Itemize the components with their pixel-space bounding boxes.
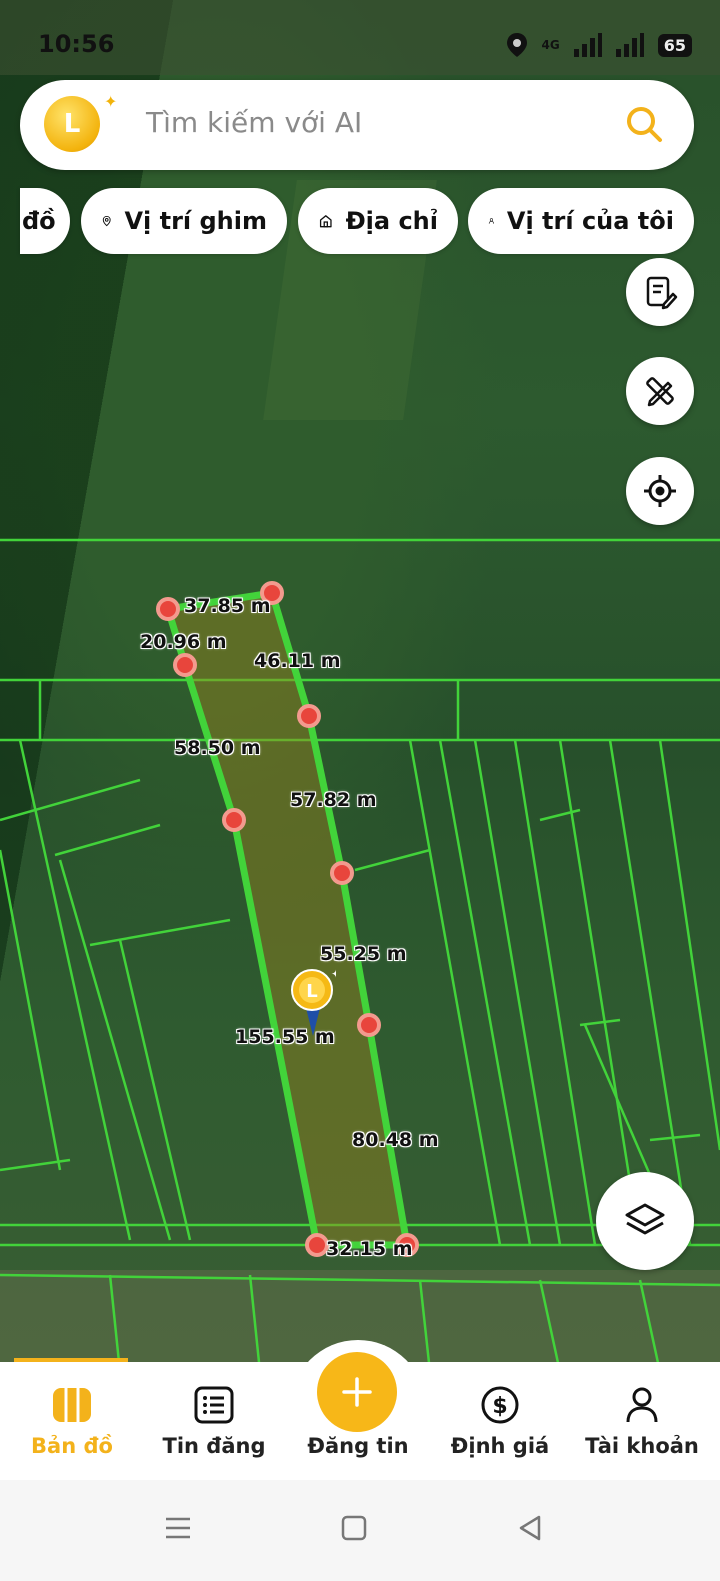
location-pin-icon[interactable]: L ✦ bbox=[290, 968, 336, 1038]
measure-label: 46.11 m bbox=[254, 650, 341, 672]
search-input[interactable]: Tìm kiếm với AI bbox=[146, 106, 362, 139]
plus-icon bbox=[342, 1377, 372, 1407]
nav-label: Định giá bbox=[450, 1434, 550, 1458]
quick-filter-chips: đồ Vị trí ghim Địa chỉ Vị trí của tôi bbox=[20, 188, 720, 254]
ruler-pencil-icon bbox=[646, 377, 674, 407]
nav-listings[interactable]: Tin đăng bbox=[142, 1362, 286, 1480]
home-icon bbox=[319, 215, 332, 228]
measure-label: 55.25 m bbox=[320, 943, 407, 965]
chip-label: Vị trí của tôi bbox=[506, 207, 674, 235]
user-icon bbox=[626, 1387, 658, 1423]
pin-icon bbox=[102, 215, 111, 227]
system-navigation-bar bbox=[0, 1480, 720, 1581]
svg-text:$: $ bbox=[492, 1394, 507, 1419]
search-bar[interactable]: L ✦ Tìm kiếm với AI bbox=[20, 80, 694, 170]
back-icon[interactable] bbox=[512, 1510, 548, 1546]
chip-label: Địa chỉ bbox=[345, 207, 438, 235]
nav-label: Đăng tin bbox=[307, 1434, 409, 1458]
dollar-icon: $ bbox=[481, 1386, 519, 1424]
locate-icon bbox=[644, 475, 676, 507]
signal-icon bbox=[615, 33, 644, 57]
measure-label: 20.96 m bbox=[140, 631, 227, 653]
active-tab-indicator bbox=[14, 1358, 128, 1362]
svg-text:L: L bbox=[306, 981, 317, 1002]
post-listing-button[interactable] bbox=[317, 1352, 397, 1432]
chip-my-location[interactable]: Vị trí của tôi bbox=[468, 188, 694, 254]
sparkle-icon: ✦ bbox=[104, 92, 118, 111]
layers-icon bbox=[625, 1203, 665, 1235]
network-label: 4G bbox=[541, 38, 560, 52]
app-logo-icon: L bbox=[44, 96, 100, 152]
nav-label: Tài khoản bbox=[585, 1434, 699, 1458]
measure-label: 37.85 m bbox=[184, 595, 271, 617]
notes-icon bbox=[646, 276, 678, 310]
chip-label: đồ bbox=[22, 207, 56, 235]
nav-account[interactable]: Tài khoản bbox=[570, 1362, 714, 1480]
battery-icon: 65 bbox=[657, 33, 692, 57]
chip-map[interactable]: đồ bbox=[20, 188, 70, 254]
signal-icon bbox=[573, 33, 602, 57]
map-layers-button[interactable] bbox=[596, 1172, 694, 1270]
chip-pinned-location[interactable]: Vị trí ghim bbox=[81, 188, 287, 254]
nav-label: Bản đồ bbox=[31, 1434, 113, 1458]
chip-address[interactable]: Địa chỉ bbox=[298, 188, 458, 254]
nav-valuation[interactable]: $ Định giá bbox=[428, 1362, 572, 1480]
status-bar: 10:56 4G 65 bbox=[0, 0, 720, 92]
notes-button[interactable] bbox=[626, 258, 694, 326]
status-icons: 4G 65 bbox=[506, 32, 692, 58]
nav-map[interactable]: Bản đồ bbox=[0, 1358, 144, 1480]
svg-text:✦: ✦ bbox=[331, 968, 336, 981]
nav-label: Tin đăng bbox=[162, 1434, 266, 1458]
list-icon bbox=[194, 1386, 234, 1424]
menu-icon[interactable] bbox=[160, 1510, 196, 1546]
measure-label: 57.82 m bbox=[290, 789, 377, 811]
person-icon bbox=[488, 218, 495, 224]
clock: 10:56 bbox=[38, 30, 115, 58]
measure-label: 32.15 m bbox=[326, 1238, 413, 1260]
home-square-icon[interactable] bbox=[336, 1510, 372, 1546]
map-icon bbox=[53, 1388, 91, 1422]
location-status-icon bbox=[506, 33, 527, 57]
measure-label: 80.48 m bbox=[352, 1129, 439, 1151]
chip-label: Vị trí ghim bbox=[124, 207, 267, 235]
measure-tool-button[interactable] bbox=[626, 357, 694, 425]
measure-label: 58.50 m bbox=[174, 737, 261, 759]
locate-me-button[interactable] bbox=[626, 457, 694, 525]
search-icon[interactable] bbox=[624, 104, 664, 144]
